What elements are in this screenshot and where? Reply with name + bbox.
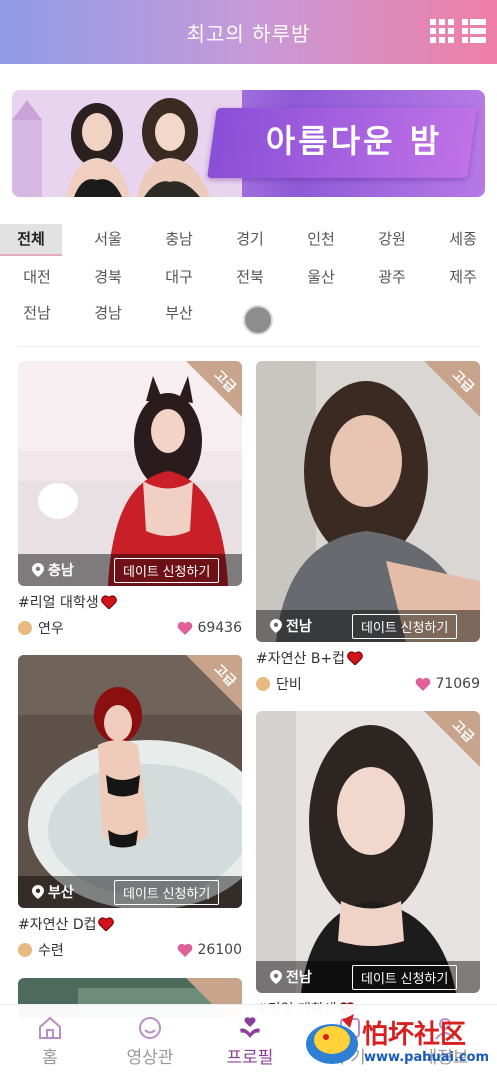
- profile-photo[interactable]: 고급 전남 데이트 신청하기: [256, 711, 480, 993]
- watermark-logo: [306, 1014, 358, 1064]
- profile-tag: #자연산 B+컵: [256, 651, 346, 667]
- location-label: 부산: [48, 885, 74, 901]
- profile-name: 수련: [38, 943, 64, 959]
- profile-heart-icon: [240, 1017, 260, 1038]
- profile-photo[interactable]: 고급 부산 데이트 신청하기: [18, 655, 242, 908]
- region-tab[interactable]: 충남: [148, 224, 210, 254]
- smile-icon: [139, 1017, 161, 1039]
- region-tab[interactable]: 울산: [290, 262, 352, 292]
- region-tab[interactable]: 전북: [219, 262, 281, 292]
- grid-view-icon[interactable]: [429, 18, 455, 44]
- date-request-button[interactable]: 데이트 신청하기: [352, 613, 458, 639]
- banner-models-image: [12, 90, 242, 197]
- profile-card[interactable]: 고급 충남 데이트 신청하기 #리얼 대학생 연우 69436: [18, 361, 242, 638]
- profile-name: 단비: [276, 677, 302, 693]
- list-view-icon[interactable]: [461, 18, 487, 44]
- region-tab[interactable]: 대구: [148, 262, 210, 292]
- date-request-button[interactable]: 데이트 신청하기: [114, 879, 220, 905]
- profile-tag: #자연산 D컵: [18, 917, 97, 933]
- location-label: 충남: [48, 563, 74, 579]
- home-icon: [39, 1016, 61, 1039]
- watermark-url: www.pahuai.com: [364, 1050, 490, 1065]
- profile-photo[interactable]: 고급 전남 데이트 신청하기: [256, 361, 480, 642]
- red-heart-icon: [100, 595, 117, 609]
- location-pin-icon: [270, 970, 282, 984]
- promo-banner[interactable]: 아름다운 밤: [12, 90, 485, 197]
- divider: [18, 346, 480, 347]
- location-pin-icon: [32, 885, 44, 899]
- like-heart-icon[interactable]: [415, 677, 431, 691]
- region-tab[interactable]: 강원: [361, 224, 423, 254]
- date-request-button[interactable]: 데이트 신청하기: [352, 964, 458, 990]
- banner-title: 아름다운 밤: [265, 122, 443, 160]
- like-count: 69436: [197, 620, 242, 636]
- like-count: 71069: [435, 676, 480, 692]
- region-tab[interactable]: 광주: [361, 262, 423, 292]
- nav-label: 홈: [42, 1048, 58, 1068]
- profile-photo[interactable]: 고급 충남 데이트 신청하기: [18, 361, 242, 586]
- region-tab[interactable]: 경남: [77, 298, 139, 328]
- site-watermark: 怕坏社区 www.pahuai.com: [300, 1006, 495, 1072]
- location-label: 전남: [286, 619, 312, 635]
- page-title: 최고의 하루밤: [186, 21, 311, 46]
- region-tab[interactable]: 경북: [77, 262, 139, 292]
- region-tab[interactable]: 전남: [6, 298, 68, 328]
- profile-tag: #리얼 대학생: [18, 595, 99, 611]
- red-heart-icon: [347, 651, 363, 665]
- profile-card[interactable]: 고급 부산 데이트 신청하기 #자연산 D컵 수련 26100: [18, 655, 242, 960]
- region-tab[interactable]: 제주: [432, 262, 494, 292]
- profile-name: 연우: [38, 621, 64, 637]
- location-label: 전남: [286, 970, 312, 986]
- region-tab[interactable]: 부산: [148, 298, 210, 328]
- nav-profile[interactable]: 프로필: [205, 1015, 295, 1068]
- watermark-text: 怕坏社区: [362, 1020, 467, 1050]
- nav-label: 영상관: [126, 1048, 174, 1068]
- like-heart-icon[interactable]: [177, 943, 193, 957]
- region-tab[interactable]: 인천: [290, 224, 352, 254]
- region-tab[interactable]: 대전: [6, 262, 68, 292]
- like-heart-icon[interactable]: [177, 621, 193, 635]
- location-pin-icon: [32, 563, 44, 577]
- red-heart-icon: [98, 917, 115, 931]
- nav-label: 프로필: [226, 1048, 274, 1068]
- nav-home[interactable]: 홈: [5, 1015, 95, 1068]
- like-count: 26100: [197, 942, 242, 958]
- avatar: [18, 943, 32, 957]
- region-tab-all[interactable]: 전체: [0, 224, 62, 256]
- region-tab[interactable]: 경기: [219, 224, 281, 254]
- avatar: [256, 677, 270, 691]
- nav-videos[interactable]: 영상관: [105, 1015, 195, 1068]
- profile-card[interactable]: 고급 전남 데이트 신청하기 #리얼 대학생: [256, 711, 480, 1019]
- floating-scroll-button[interactable]: [243, 305, 273, 335]
- avatar: [18, 621, 32, 635]
- region-tab[interactable]: 서울: [77, 224, 139, 254]
- app-header: 최고의 하루밤: [0, 0, 497, 64]
- date-request-button[interactable]: 데이트 신청하기: [114, 557, 220, 583]
- region-tab[interactable]: 세종: [432, 224, 494, 254]
- profile-card[interactable]: 고급 전남 데이트 신청하기 #자연산 B+컵 단비 71069: [256, 361, 480, 694]
- location-pin-icon: [270, 619, 282, 633]
